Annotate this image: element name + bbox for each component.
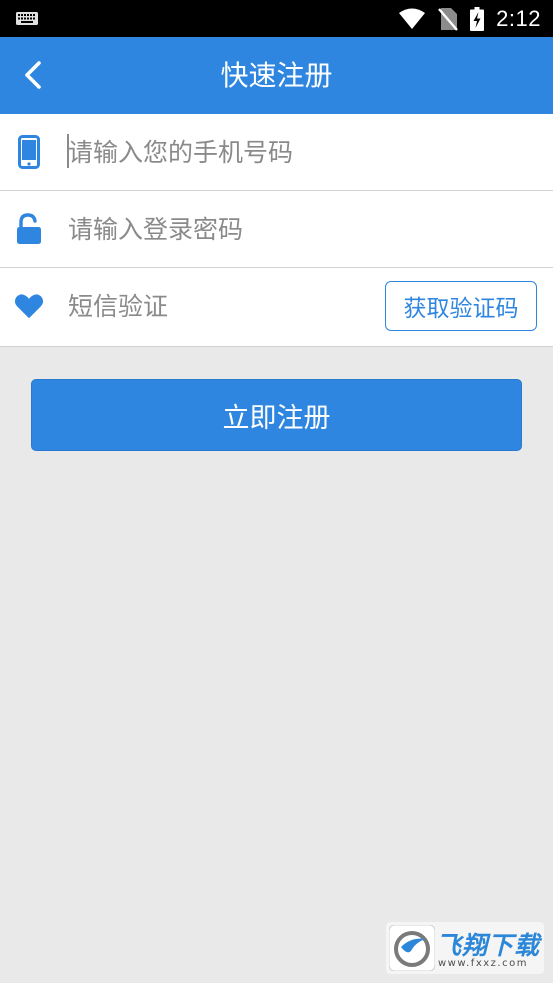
text-caret [67,134,69,168]
back-button[interactable] [8,49,58,101]
battery-charging-icon [470,6,485,31]
status-icons: 2:12 [398,0,541,37]
phone-row [0,114,553,191]
no-sim-icon [438,7,459,31]
phone-input[interactable] [68,130,368,174]
keyboard-icon [16,12,38,25]
status-bar: 2:12 [0,0,553,37]
register-button[interactable]: 立即注册 [31,379,522,451]
sms-code-input[interactable] [68,284,348,328]
watermark-logo-icon [389,925,435,971]
watermark-text: 飞翔下载 [436,931,541,960]
phone-icon [14,134,44,170]
unlock-icon [14,211,44,247]
status-time: 2:12 [496,5,541,31]
watermark: 飞翔下载 www.fxxz.com [386,922,544,974]
watermark-url: www.fxxz.com [438,958,528,969]
password-row [0,191,553,268]
heart-icon [14,288,44,324]
page-title: 快速注册 [220,59,333,92]
app-bar: 快速注册 [0,37,553,114]
chevron-left-icon [25,61,41,89]
sms-row: 获取验证码 [0,268,553,346]
password-input[interactable] [68,207,368,251]
wifi-icon [399,8,426,29]
register-form: 获取验证码 [0,114,553,347]
get-code-button[interactable]: 获取验证码 [385,281,537,331]
